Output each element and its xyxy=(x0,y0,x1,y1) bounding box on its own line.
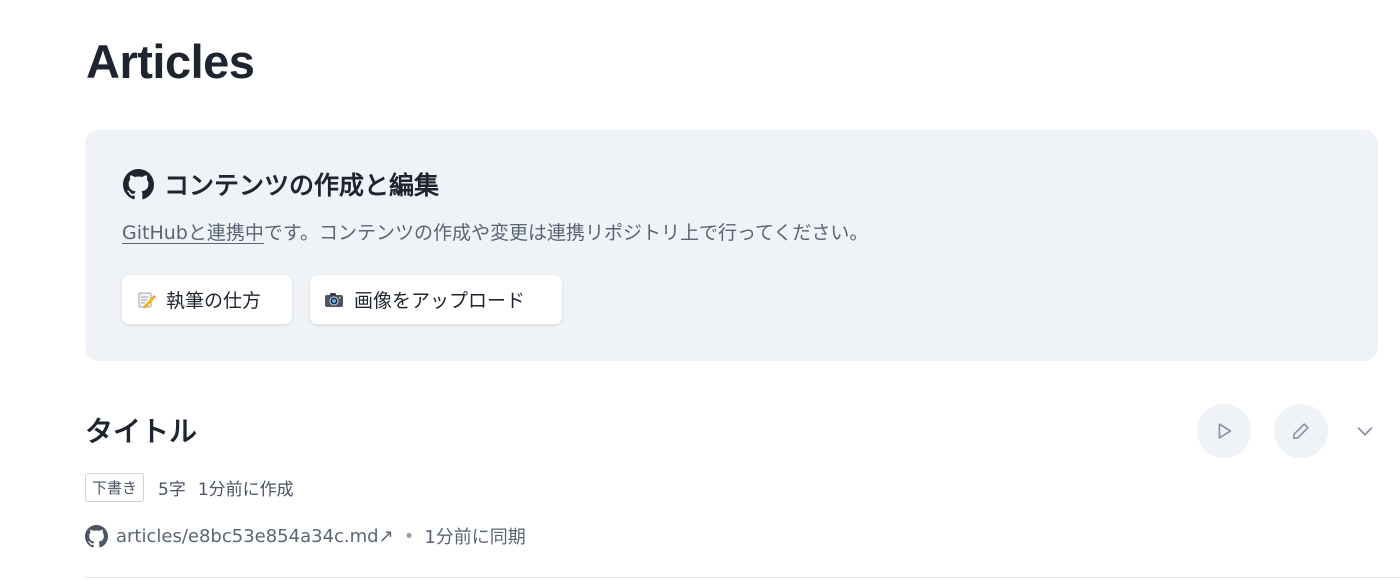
expand-menu-button[interactable] xyxy=(1354,420,1376,442)
memo-emoji-icon xyxy=(138,292,156,308)
card-description-text: です。コンテンツの作成や変更は連携リポジトリ上で行ってください。 xyxy=(263,222,869,244)
how-to-write-label: 執筆の仕方 xyxy=(166,290,262,312)
upload-image-label: 画像をアップロード xyxy=(354,290,526,312)
created-time: 1分前に作成 xyxy=(197,480,294,500)
card-description: GitHubと連携中です。コンテンツの作成や変更は連携リポジトリ上で行ってくださ… xyxy=(122,218,868,245)
github-icon xyxy=(85,524,108,547)
how-to-write-button[interactable]: 執筆の仕方 xyxy=(122,275,292,324)
card-title: コンテンツの作成と編集 xyxy=(164,171,440,200)
char-count: 5字 xyxy=(158,480,186,500)
card-heading: コンテンツの作成と編集 xyxy=(123,166,439,202)
github-icon xyxy=(123,168,154,199)
page-title: Articles xyxy=(86,35,255,88)
play-icon xyxy=(1218,423,1232,439)
edit-button[interactable] xyxy=(1274,404,1328,458)
github-link[interactable]: GitHubと連携中 xyxy=(122,222,264,244)
synced-time: 1分前に同期 xyxy=(424,527,526,548)
github-info-card: コンテンツの作成と編集 GitHubと連携中です。コンテンツの作成や変更は連携リ… xyxy=(85,130,1378,361)
article-title[interactable]: タイトル xyxy=(85,410,197,450)
divider xyxy=(85,577,1400,578)
separator-dot: • xyxy=(403,525,415,547)
preview-button[interactable] xyxy=(1197,404,1251,458)
repo-path: articles/e8bc53e854a34c.md xyxy=(116,525,379,547)
article-meta: 下書き 5字 1分前に作成 xyxy=(85,473,294,502)
external-link-icon: ↗ xyxy=(378,525,394,547)
upload-image-button[interactable]: 画像をアップロード xyxy=(310,275,562,324)
repo-info: articles/e8bc53e854a34c.md↗ • 1分前に同期 xyxy=(85,523,526,549)
repo-file-link[interactable]: articles/e8bc53e854a34c.md↗ xyxy=(116,526,394,547)
camera-emoji-icon xyxy=(325,292,343,307)
pencil-icon xyxy=(1292,423,1309,440)
status-badge: 下書き xyxy=(85,473,145,502)
chevron-down-icon xyxy=(1357,427,1373,436)
